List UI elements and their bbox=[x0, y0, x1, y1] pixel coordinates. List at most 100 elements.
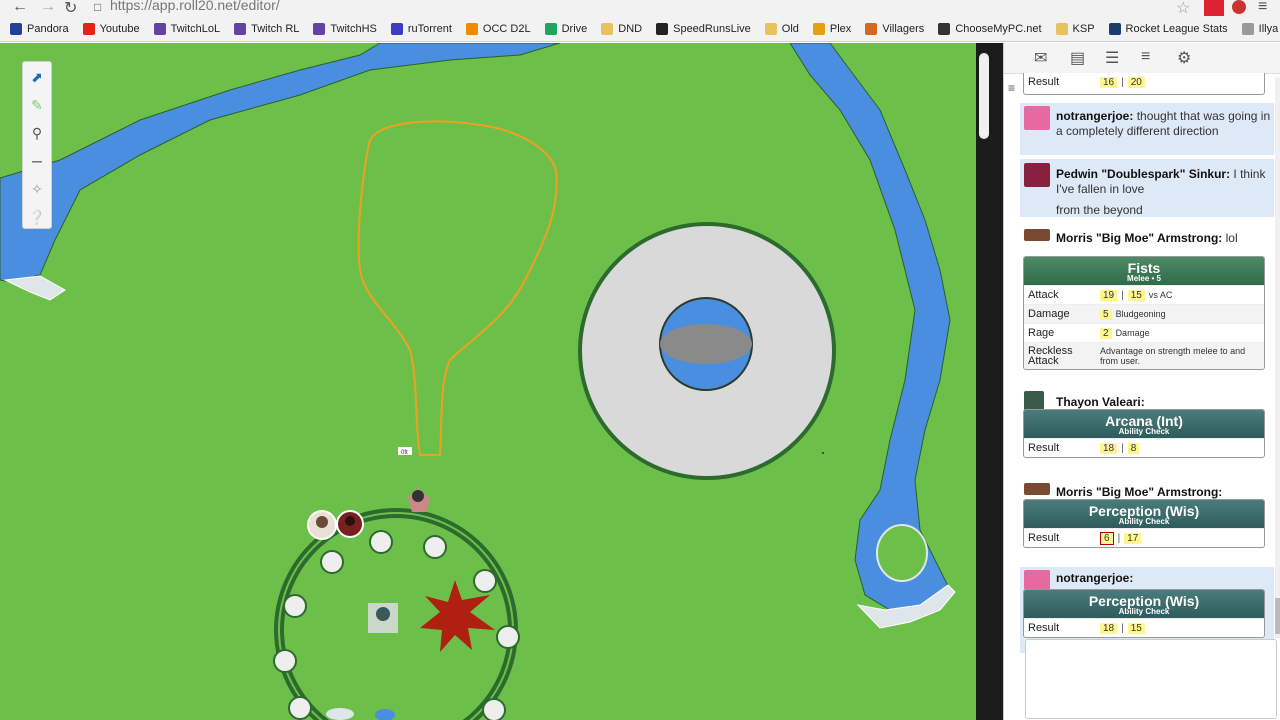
measure-tool-icon[interactable]: ─ bbox=[23, 148, 51, 174]
avatar bbox=[1024, 229, 1050, 241]
bookmark-villagers[interactable]: Villagers bbox=[865, 22, 925, 35]
roll-value[interactable]: 19 bbox=[1100, 289, 1118, 301]
folder-icon bbox=[764, 22, 777, 35]
settings-icon[interactable]: ⚙ bbox=[1177, 48, 1191, 68]
torrent-icon bbox=[390, 22, 403, 35]
roll-template-fists: Fists Melee • 5 Attack 19 | 15 vs AC Damage 5 B… bbox=[1023, 256, 1265, 370]
message-author: Morris "Big Moe" Armstrong: bbox=[1056, 231, 1223, 245]
zoom-tool-icon[interactable]: ⚲ bbox=[23, 120, 51, 146]
twitch-icon bbox=[234, 22, 247, 35]
roll-value[interactable]: 17 bbox=[1124, 532, 1142, 544]
drag-handle-icon[interactable]: ≡ bbox=[1008, 81, 1015, 95]
bookmark-label: OCC D2L bbox=[482, 22, 531, 35]
result-label: Result bbox=[1028, 532, 1060, 544]
bookmark-label: SpeedRunsLive bbox=[673, 22, 751, 35]
bookmark-label: Illya Dance bbox=[1258, 22, 1280, 35]
map-toolbar: ⬈ ✎ ⚲ ─ ✧ ❔ bbox=[22, 61, 52, 229]
browser-toolbar: ← → ↻ □ https://app.roll20.net/editor/ ☆… bbox=[0, 0, 1280, 17]
bookmark-twitchhs[interactable]: TwitchHS bbox=[313, 22, 377, 35]
extension-icon[interactable] bbox=[1204, 0, 1224, 16]
bookmark-twitchlol[interactable]: TwitchLoL bbox=[153, 22, 220, 35]
template-subtitle: Ability Check bbox=[1118, 427, 1170, 436]
roll-value[interactable]: 2 bbox=[1100, 327, 1112, 339]
bookmark-twitch-rl[interactable]: Twitch RL bbox=[234, 22, 300, 35]
chat-scrollbar[interactable] bbox=[1275, 78, 1280, 638]
bookmark-speedrunslive[interactable]: SpeedRunsLive bbox=[656, 22, 751, 35]
roll-value[interactable]: 15 bbox=[1127, 622, 1145, 634]
message-author: Morris "Big Moe" Armstrong: bbox=[1056, 485, 1223, 499]
bookmark-ksp[interactable]: KSP bbox=[1055, 22, 1095, 35]
bookmark-label: Twitch RL bbox=[251, 22, 300, 35]
avatar bbox=[1024, 163, 1050, 187]
roll-value[interactable]: 18 bbox=[1100, 622, 1118, 634]
bookmark-drive[interactable]: Drive bbox=[544, 22, 587, 35]
help-tool-icon[interactable]: ❔ bbox=[23, 204, 51, 230]
monitor-icon bbox=[938, 22, 951, 35]
d2l-icon bbox=[465, 22, 478, 35]
chat-input[interactable] bbox=[1025, 639, 1277, 719]
panel-tabs: ✉ ▤ ☰ ≡ ⚙ bbox=[1004, 43, 1280, 74]
map-scroll-thumb[interactable] bbox=[979, 53, 989, 139]
chat-message: Thayon Valeari: bbox=[1020, 391, 1274, 413]
bookmarks-bar: Pandora Youtube TwitchLoL Twitch RL TwitchHS… bbox=[0, 16, 1280, 42]
srl-icon bbox=[656, 22, 669, 35]
draw-tool-icon[interactable]: ✎ bbox=[23, 92, 51, 118]
menu-icon[interactable]: ≡ bbox=[1258, 0, 1267, 16]
back-icon[interactable]: ← bbox=[12, 0, 28, 16]
bookmark-label: ChooseMyPC.net bbox=[955, 22, 1042, 35]
extension-icon[interactable] bbox=[1232, 0, 1246, 14]
roll-value[interactable]: 6 bbox=[1100, 531, 1114, 545]
roll-value[interactable]: 16 bbox=[1100, 76, 1118, 88]
journal-icon[interactable]: ▤ bbox=[1070, 48, 1085, 68]
rocket-icon bbox=[1108, 22, 1121, 35]
rage-label: Rage bbox=[1028, 327, 1055, 339]
roll-value[interactable]: 15 bbox=[1127, 289, 1145, 301]
plex-icon bbox=[812, 22, 825, 35]
villagers-icon bbox=[865, 22, 878, 35]
chat-scroll-thumb[interactable] bbox=[1275, 598, 1280, 634]
bookmark-label: Villagers bbox=[882, 22, 925, 35]
result-label: Result bbox=[1028, 76, 1060, 88]
map-scrollbar[interactable] bbox=[976, 43, 1003, 720]
rocks-bottom bbox=[326, 708, 354, 720]
drive-icon bbox=[544, 22, 557, 35]
bookmark-plex[interactable]: Plex bbox=[812, 22, 851, 35]
twitch-icon bbox=[313, 22, 326, 35]
dice-tool-icon[interactable]: ✧ bbox=[23, 176, 51, 202]
address-bar[interactable]: https://app.roll20.net/editor/ bbox=[110, 0, 280, 13]
message-text: lol bbox=[1225, 231, 1238, 245]
compendium-icon[interactable]: ☰ bbox=[1105, 48, 1119, 68]
roll-template-partial: Result 16 | 20 bbox=[1023, 73, 1265, 95]
select-tool-icon[interactable]: ⬈ bbox=[23, 64, 51, 90]
chat-icon[interactable]: ✉ bbox=[1034, 48, 1047, 68]
bookmark-rutorrent[interactable]: ruTorrent bbox=[390, 22, 452, 35]
list-icon[interactable]: ≡ bbox=[1141, 48, 1150, 66]
bookmark-youtube[interactable]: Youtube bbox=[82, 22, 140, 35]
map-canvas[interactable]: 0ft ⬈ ✎ ⚲ ─ ✧ ❔ bbox=[0, 43, 976, 720]
reckless-text: Advantage on strength melee to and from … bbox=[1100, 346, 1246, 366]
result-label: Result bbox=[1028, 622, 1060, 634]
bookmark-dnd[interactable]: DND bbox=[601, 22, 642, 35]
well-center bbox=[660, 324, 752, 364]
forward-icon[interactable]: → bbox=[40, 0, 56, 16]
rage-type: Damage bbox=[1115, 328, 1150, 338]
roll-value[interactable]: 8 bbox=[1127, 442, 1140, 454]
roll-value[interactable]: 20 bbox=[1127, 76, 1145, 88]
bookmark-occ-d2l[interactable]: OCC D2L bbox=[465, 22, 531, 35]
message-author: notrangerjoe: bbox=[1056, 571, 1134, 585]
map-drawing: 0ft bbox=[0, 43, 976, 720]
avatar bbox=[1024, 106, 1050, 130]
roll-value[interactable]: 18 bbox=[1100, 442, 1118, 454]
bookmark-choosemypc-net[interactable]: ChooseMyPC.net bbox=[938, 22, 1042, 35]
roll-template-arcana: Arcana (Int) Ability Check Result 18 | 8 bbox=[1023, 409, 1265, 458]
youtube-icon bbox=[82, 22, 95, 35]
bookmark-label: KSP bbox=[1072, 22, 1095, 35]
bookmark-label: Youtube bbox=[99, 22, 140, 35]
bookmark-illya-dance[interactable]: Illya Dance bbox=[1241, 22, 1280, 35]
bookmark-old[interactable]: Old bbox=[764, 22, 799, 35]
message-author: Thayon Valeari: bbox=[1056, 395, 1145, 409]
bookmark-rocket-league-stats[interactable]: Rocket League Stats bbox=[1108, 22, 1228, 35]
chat-message: Morris "Big Moe" Armstrong: lol bbox=[1020, 223, 1274, 245]
bookmark-pandora[interactable]: Pandora bbox=[10, 22, 69, 35]
roll-value[interactable]: 5 bbox=[1100, 308, 1112, 320]
